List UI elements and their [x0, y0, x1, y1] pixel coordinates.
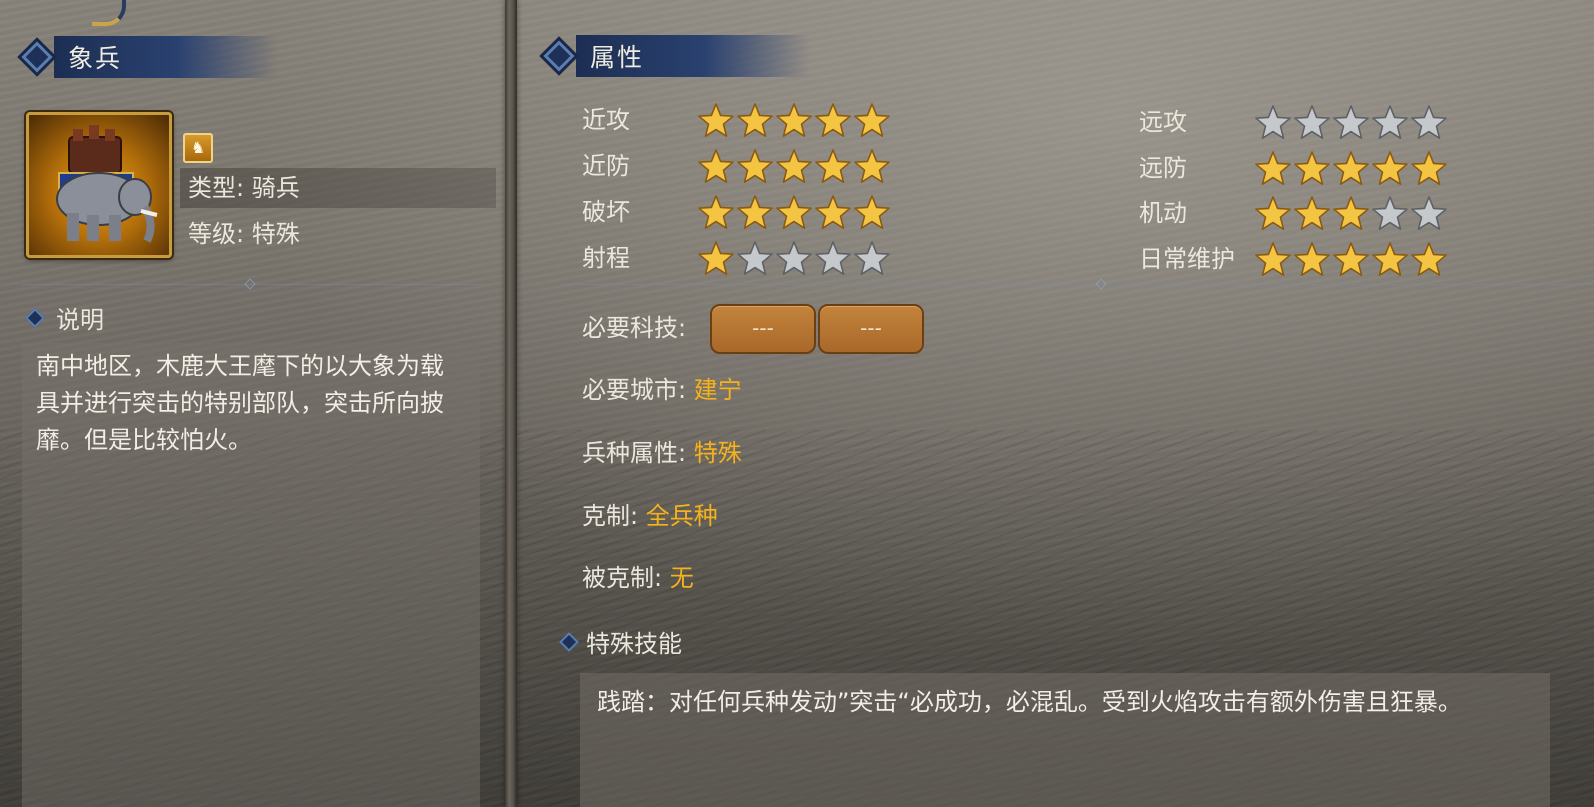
star-filled-icon: [776, 195, 812, 230]
star-filled-icon: [1294, 151, 1330, 186]
star-filled-icon: [854, 103, 890, 138]
troop-attribute-value: 特殊: [693, 439, 742, 467]
star-filled-icon: [1294, 196, 1330, 231]
unit-portrait: [26, 112, 172, 258]
star-filled-icon: [1372, 242, 1408, 277]
star-filled-icon: [1255, 242, 1291, 277]
star-filled-icon: [737, 195, 773, 230]
stat-stars: [1254, 194, 1448, 234]
star-filled-icon: [815, 195, 851, 230]
panel-divider: [505, 0, 517, 807]
stat-label-ranged-defense: 远防: [1139, 154, 1187, 182]
attributes-heading: 属性: [576, 35, 810, 77]
required-city-value: 建宁: [693, 376, 742, 404]
unit-type: 类型: 骑兵: [180, 168, 496, 208]
star-filled-icon: [815, 103, 851, 138]
star-empty-icon: [1411, 196, 1447, 231]
unit-grade: 等级: 特殊: [188, 220, 300, 248]
star-filled-icon: [776, 103, 812, 138]
star-empty-icon: [1333, 105, 1369, 140]
star-empty-icon: [1372, 196, 1408, 231]
description-heading-label: 说明: [56, 306, 104, 334]
countered-by-row: 被克制: 无: [582, 558, 694, 598]
star-filled-icon: [1333, 151, 1369, 186]
star-filled-icon: [698, 103, 734, 138]
stat-label-upkeep: 日常维护: [1139, 245, 1235, 273]
counters-row: 克制: 全兵种: [582, 496, 718, 536]
star-filled-icon: [1255, 151, 1291, 186]
special-skill-heading-label: 特殊技能: [586, 630, 682, 658]
stat-label-mobility: 机动: [1139, 199, 1187, 227]
elephant-icon: [56, 125, 158, 243]
required-tech-slot-2[interactable]: ---: [818, 304, 924, 354]
horse-icon: ♞: [183, 133, 213, 163]
counters-value: 全兵种: [645, 502, 718, 530]
stat-label-range: 射程: [582, 244, 630, 272]
star-empty-icon: [1411, 105, 1447, 140]
counters-label: 克制:: [582, 502, 639, 530]
stat-stars: [1254, 240, 1448, 280]
troop-attribute-label: 兵种属性:: [582, 439, 687, 467]
star-empty-icon: [1294, 105, 1330, 140]
star-filled-icon: [1411, 242, 1447, 277]
unit-name: 象兵: [54, 36, 278, 78]
stat-stars: [697, 239, 891, 279]
stat-label-destruction: 破坏: [582, 198, 630, 226]
star-filled-icon: [1372, 151, 1408, 186]
star-filled-icon: [698, 241, 734, 276]
star-filled-icon: [1411, 151, 1447, 186]
star-empty-icon: [815, 241, 851, 276]
diamond-icon: [21, 41, 53, 73]
star-empty-icon: [1372, 105, 1408, 140]
countered-by-value: 无: [669, 564, 694, 592]
unit-name-header: 象兵: [18, 36, 278, 78]
star-filled-icon: [854, 149, 890, 184]
star-filled-icon: [1333, 242, 1369, 277]
star-filled-icon: [776, 149, 812, 184]
required-tech-label: 必要科技:: [582, 314, 687, 342]
stat-stars: [697, 193, 891, 233]
star-empty-icon: [737, 241, 773, 276]
stat-stars: [697, 101, 891, 141]
stat-label-melee-attack: 近攻: [582, 106, 630, 134]
star-filled-icon: [698, 149, 734, 184]
star-empty-icon: [1255, 105, 1291, 140]
troop-attribute-row: 兵种属性: 特殊: [582, 433, 742, 473]
description-text: 南中地区，木鹿大王麾下的以大象为载具并进行突击的特别部队，突击所向披靡。但是比较…: [36, 352, 444, 454]
stat-stars: [1254, 149, 1448, 189]
star-filled-icon: [815, 149, 851, 184]
stat-stars: [697, 147, 891, 187]
special-skill-text: 践踏：对任何兵种发动”突击“必成功，必混乱。受到火焰攻击有额外伤害且狂暴。: [597, 688, 1462, 716]
required-tech-slot-1[interactable]: ---: [710, 304, 816, 354]
star-filled-icon: [854, 195, 890, 230]
star-filled-icon: [737, 103, 773, 138]
diamond-icon: [543, 40, 575, 72]
countered-by-label: 被克制:: [582, 564, 663, 592]
stat-label-melee-defense: 近防: [582, 152, 630, 180]
divider-line: [560, 284, 1594, 285]
special-skill-heading: 特殊技能: [559, 624, 682, 659]
star-filled-icon: [1333, 196, 1369, 231]
stat-label-ranged-attack: 远攻: [1139, 108, 1187, 136]
star-filled-icon: [737, 149, 773, 184]
required-city-row: 必要城市: 建宁: [582, 370, 742, 410]
stat-stars: [1254, 103, 1448, 143]
star-empty-icon: [776, 241, 812, 276]
required-city-label: 必要城市:: [582, 376, 687, 404]
attributes-header: 属性: [540, 35, 810, 77]
star-empty-icon: [854, 241, 890, 276]
star-filled-icon: [698, 195, 734, 230]
diamond-icon: [559, 631, 579, 652]
star-filled-icon: [1294, 242, 1330, 277]
diamond-icon: [25, 307, 45, 328]
star-filled-icon: [1255, 196, 1291, 231]
description-heading: 说明: [25, 300, 104, 335]
